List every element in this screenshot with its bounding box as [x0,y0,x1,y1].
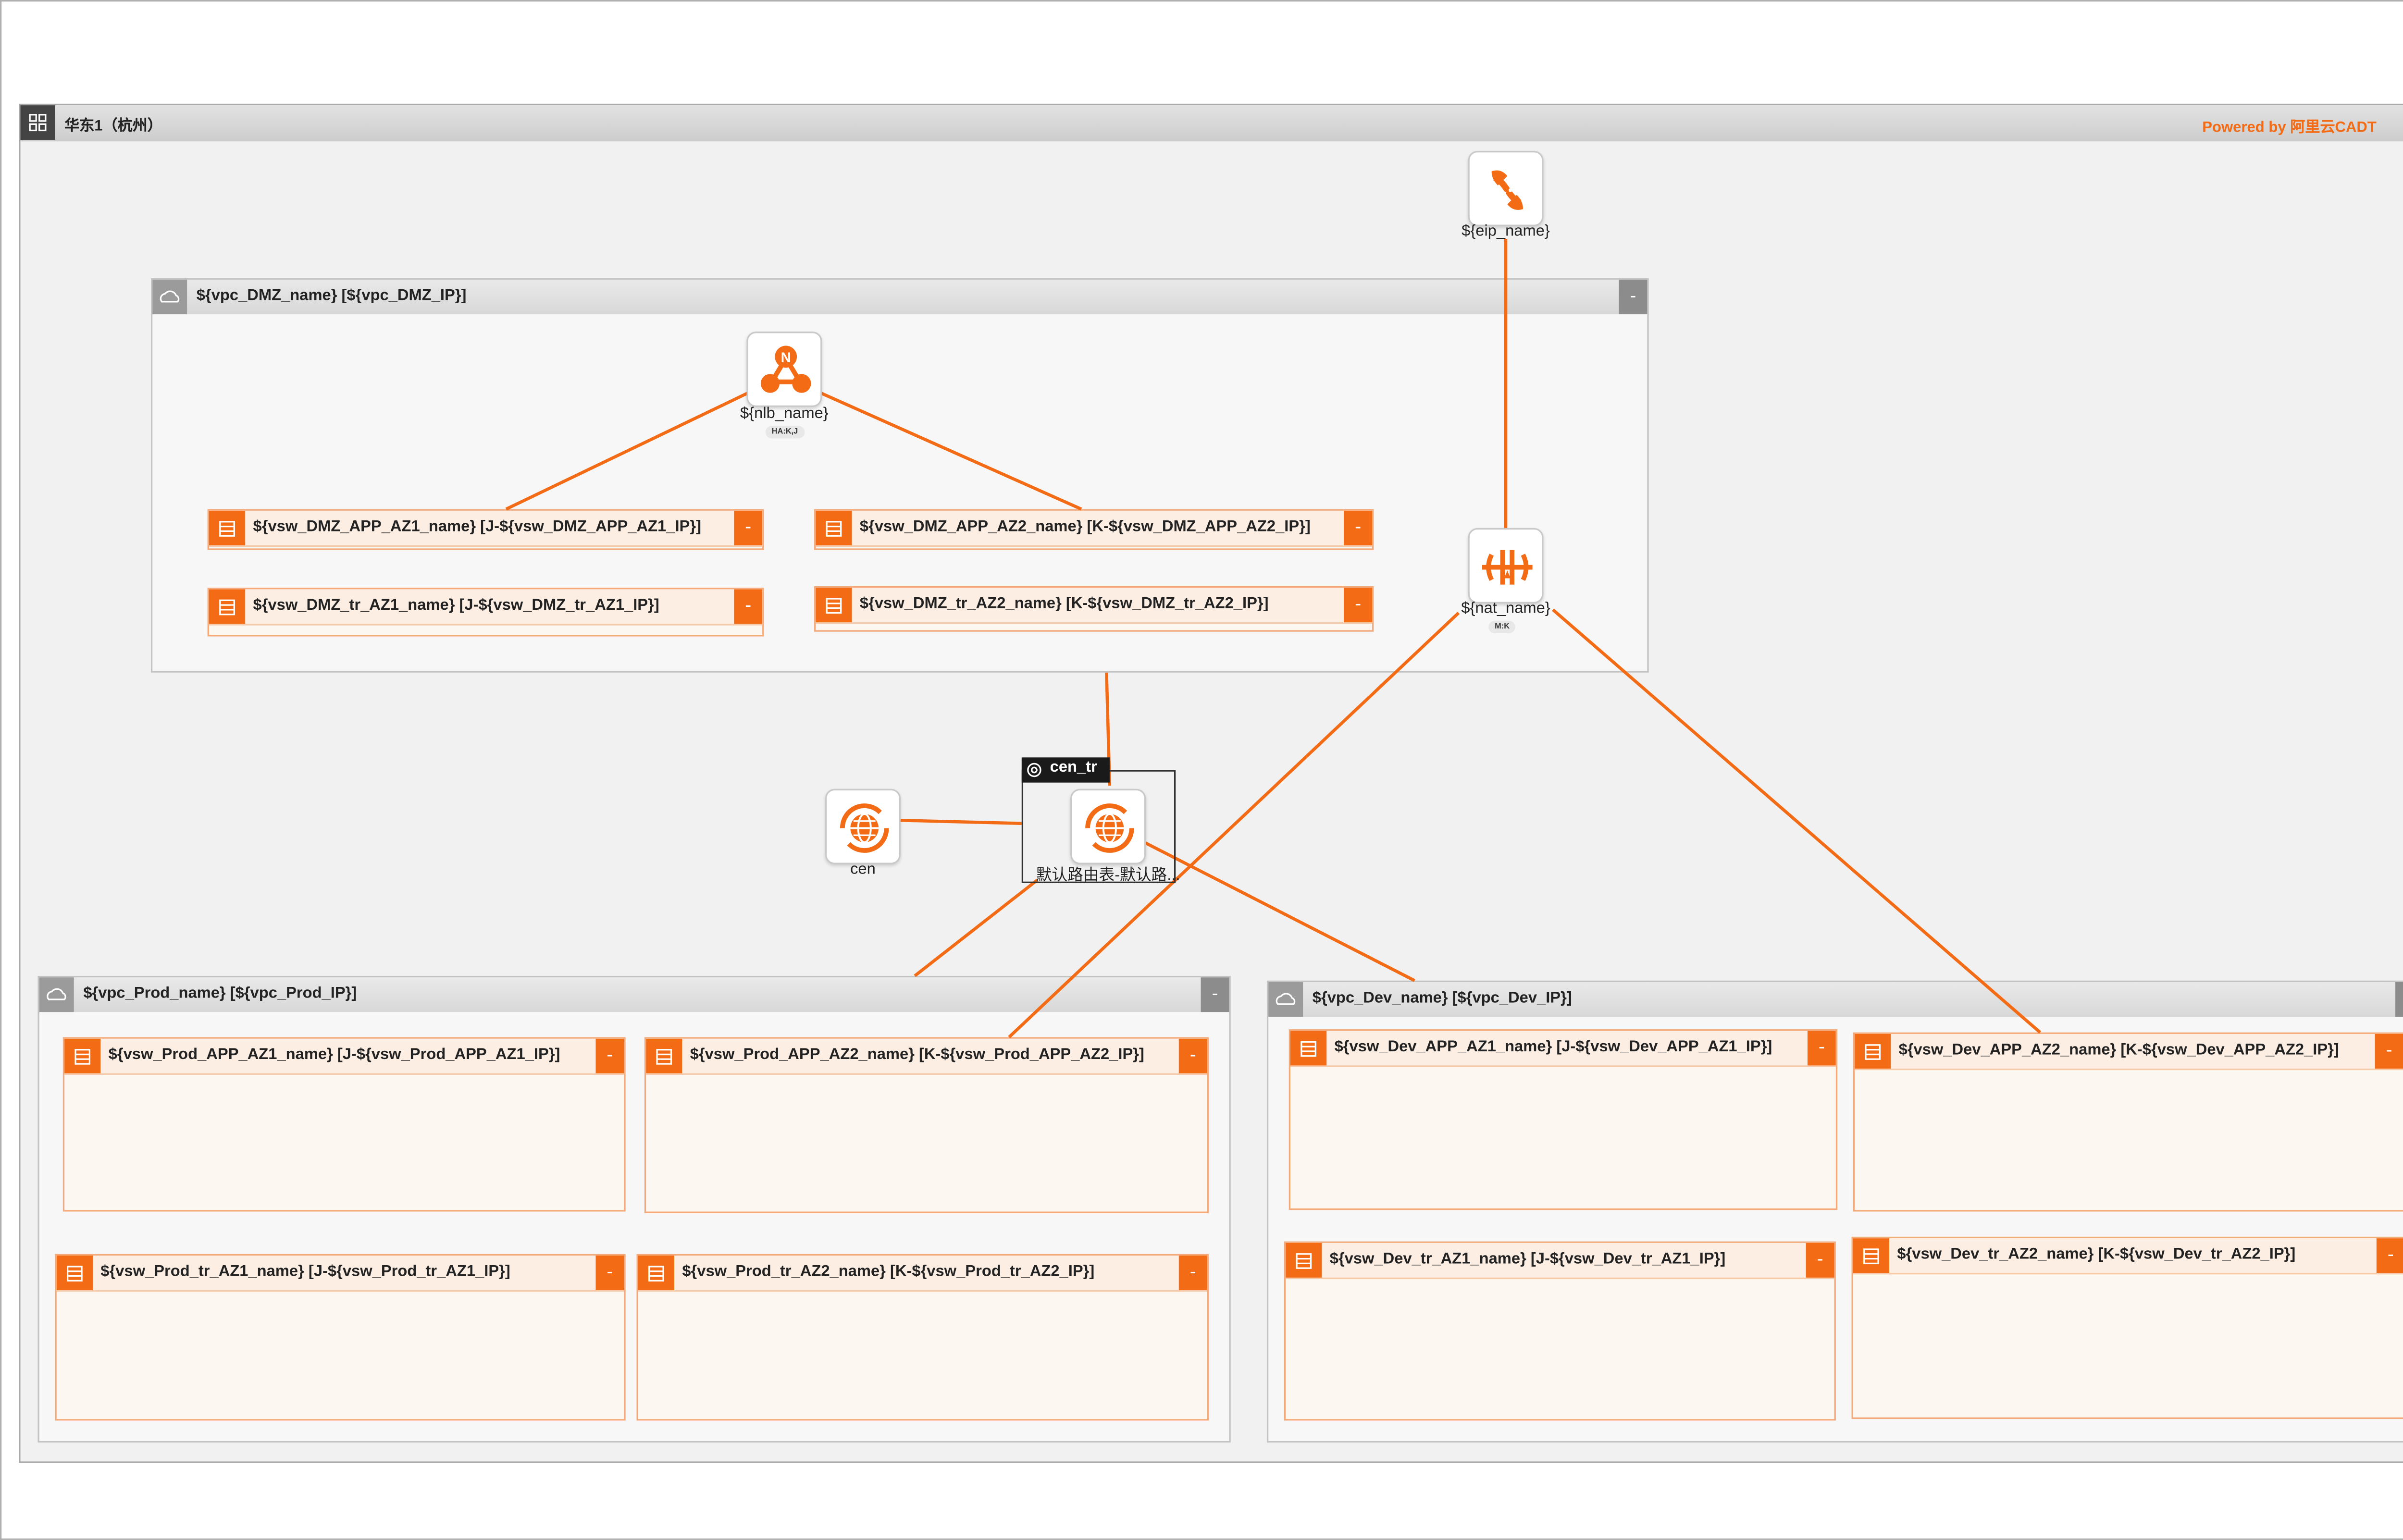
eip-label: ${eip_name} [1462,223,1550,241]
connection-lines [505,239,2042,1038]
cen-tr-icon [1027,763,1041,777]
eip-link-icon [1491,170,1524,210]
nat-gateway-icon [1482,550,1533,585]
line-cen-cen-tr [899,818,1022,825]
cen-tr-title: cen_tr [1050,759,1097,776]
line-nat-dev-app-az2 [1552,608,2042,1034]
svg-text:N: N [781,350,791,366]
nlb-node[interactable]: N [746,332,822,407]
nlb-label: ${nlb_name} [740,405,829,423]
nat-label: ${nat_name} [1461,600,1550,618]
cen-node[interactable] [825,788,901,864]
eip-node[interactable] [1468,150,1544,226]
nlb-badge: HA:K,J [765,426,805,439]
cen-globe-icon [1085,803,1134,853]
cen-tr-route-label: 默认路由表-默认路... [1036,867,1180,885]
nat-node[interactable] [1468,528,1544,604]
cen-globe-icon [840,803,889,853]
nat-badge: M:K [1488,620,1516,633]
cen-tr-header: cen_tr [1021,757,1110,783]
nlb-icon: N [760,345,811,393]
cen-label: cen [850,861,876,879]
cen-tr-route-node[interactable] [1070,788,1146,864]
line-cen-tr-prod [914,878,1039,977]
